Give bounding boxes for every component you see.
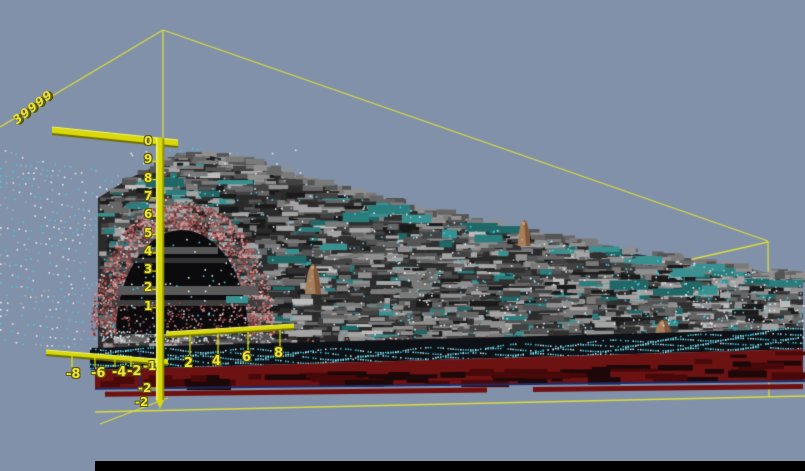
y-axis-tick-label: -2: [138, 382, 151, 394]
scene-canvas[interactable]: [0, 0, 805, 471]
y-axis-tick-label: 2: [144, 281, 152, 293]
y-axis-tick-label: 3: [144, 263, 152, 275]
x-axis-tick-label: 8: [274, 347, 283, 360]
viewport-3d[interactable]: 39999 0987654321-1-2-2-8-6-4-22468: [0, 0, 805, 471]
y-axis-tick-label: -2: [135, 396, 148, 408]
x-axis-tick-label: 4: [212, 355, 221, 368]
x-axis-tick-label: -8: [66, 368, 80, 381]
x-axis-tick-label: -4: [112, 366, 126, 379]
bottom-black-bar: [95, 461, 805, 471]
y-axis-tick-label: 5: [144, 227, 152, 239]
y-axis-tick-label: 1: [144, 300, 152, 312]
y-axis-tick-label: 0: [144, 135, 152, 147]
y-axis-tick-label: 6: [144, 208, 152, 220]
y-axis-tick-label: 4: [144, 245, 152, 257]
x-axis-tick-label: -2: [127, 365, 141, 378]
x-axis-tick-label: 6: [242, 351, 251, 364]
y-axis-tick-label: 7: [144, 190, 152, 202]
y-axis-tick-label: 8: [144, 172, 152, 184]
x-axis-tick-label: -6: [91, 367, 105, 380]
y-axis-tick-label: -1: [143, 360, 156, 372]
x-axis-tick-label: 2: [184, 357, 193, 370]
y-axis-tick-label: 9: [144, 153, 152, 165]
